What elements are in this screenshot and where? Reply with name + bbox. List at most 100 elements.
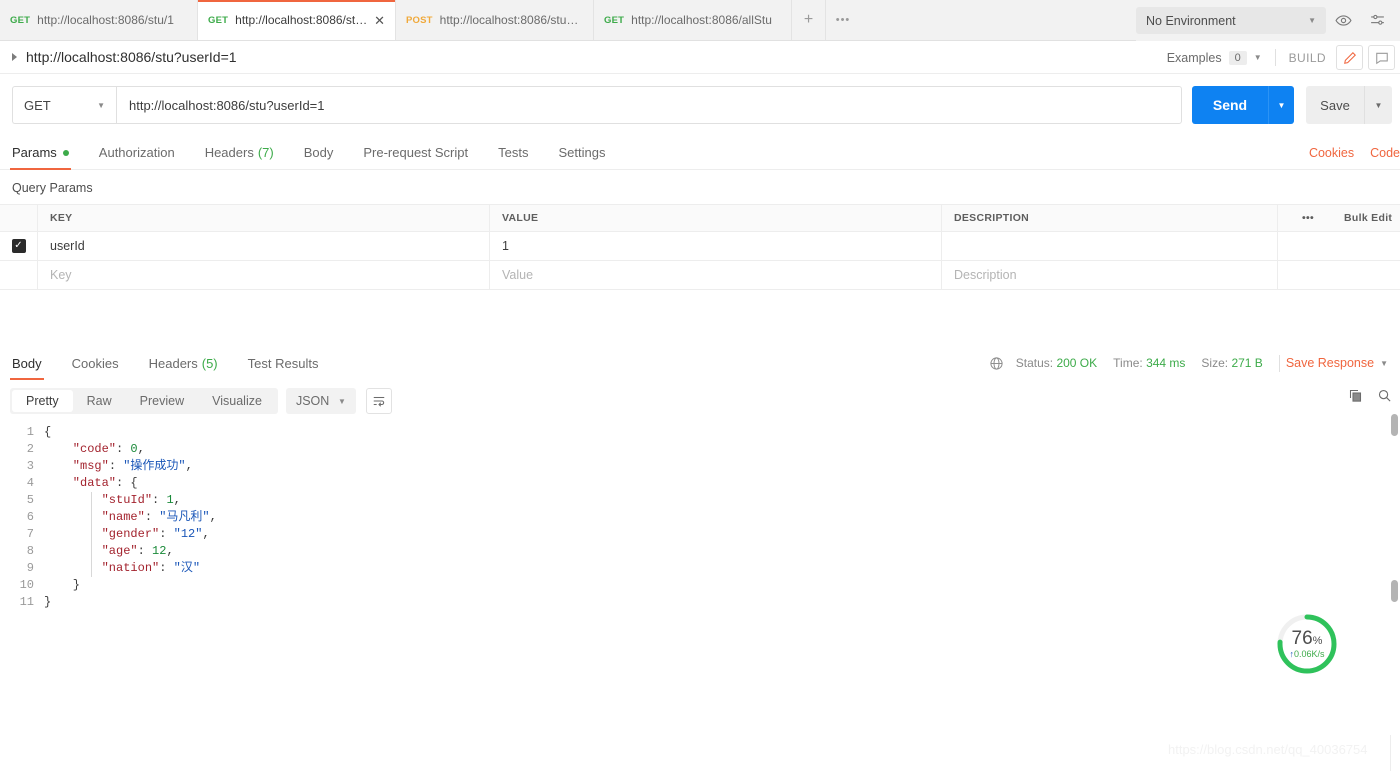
params-options-button[interactable]: •••	[1278, 205, 1338, 231]
param-value-input-empty[interactable]: Value	[490, 261, 942, 289]
tab-body[interactable]: Body	[304, 136, 334, 170]
response-view-bar: Pretty Raw Preview Visualize JSON ▼	[0, 379, 1400, 420]
send-button[interactable]: Send	[1192, 86, 1268, 124]
edit-request-button[interactable]	[1336, 45, 1363, 70]
chevron-down-icon[interactable]: ▼	[1254, 53, 1262, 62]
time-badge: Time: 344 ms	[1113, 356, 1185, 370]
request-tab-1[interactable]: GET http://localhost:8086/stu?userI... ✕	[198, 0, 396, 40]
new-tab-button[interactable]: +	[792, 0, 826, 40]
response-tab-test-results[interactable]: Test Results	[248, 346, 319, 380]
response-body-code: { "code": 0, "msg": "操作成功", "data": { "s…	[44, 424, 1400, 611]
code-line: "data": {	[44, 476, 138, 490]
tab-label: Headers	[204, 145, 254, 160]
chevron-down-icon: ▼	[97, 100, 105, 110]
vertical-scrollbar-thumb-lower[interactable]	[1391, 580, 1398, 602]
watermark-divider	[1390, 735, 1391, 771]
format-label: JSON	[295, 394, 330, 408]
wrap-lines-button[interactable]	[365, 388, 392, 414]
tab-options-button[interactable]: •••	[826, 0, 860, 40]
view-mode-raw[interactable]: Raw	[73, 390, 126, 412]
param-key-input-empty[interactable]: Key	[38, 261, 490, 289]
pencil-icon	[1343, 51, 1356, 64]
column-header-key: KEY	[38, 205, 490, 231]
search-button[interactable]	[1377, 388, 1392, 403]
row-checkbox[interactable]: ✓	[11, 239, 26, 253]
network-speed-widget: 76% ↑0.06K/s	[1275, 612, 1339, 676]
request-tab-0[interactable]: GET http://localhost:8086/stu/1	[0, 0, 198, 40]
globe-icon	[990, 356, 1003, 370]
line-number: 2	[26, 442, 34, 456]
request-tab-2[interactable]: POST http://localhost:8086/stuPage...	[396, 0, 594, 40]
build-label: BUILD	[1288, 50, 1326, 65]
tab-headers[interactable]: Headers (7)	[205, 136, 274, 170]
row-actions	[1278, 232, 1338, 260]
tab-label: Headers	[148, 355, 198, 371]
method-selector[interactable]: GET ▼	[12, 86, 116, 124]
response-format-selector[interactable]: JSON ▼	[285, 388, 356, 414]
view-mode-pretty[interactable]: Pretty	[12, 390, 73, 412]
cookies-link[interactable]: Cookies	[1309, 146, 1354, 160]
code-link[interactable]: Code	[1370, 146, 1400, 160]
close-icon[interactable]: ✕	[374, 14, 385, 27]
save-response-button[interactable]: Save Response	[1286, 356, 1374, 370]
divider	[1278, 354, 1280, 372]
code-line: "gender": "12",	[44, 527, 210, 541]
environment-selector[interactable]: No Environment ▼	[1136, 7, 1326, 34]
url-bar: GET ▼ http://localhost:8086/stu?userId=1…	[0, 74, 1400, 136]
speed-rate-value: 0.06K/s	[1293, 649, 1325, 659]
tab-pre-request-script[interactable]: Pre-request Script	[363, 136, 468, 170]
request-title-row: http://localhost:8086/stu?userId=1 Examp…	[0, 41, 1400, 74]
expand-triangle-icon[interactable]	[12, 53, 17, 61]
code-line: "msg": "操作成功",	[44, 459, 193, 473]
response-tab-cookies[interactable]: Cookies	[72, 346, 119, 380]
url-input[interactable]: http://localhost:8086/stu?userId=1	[116, 86, 1182, 124]
param-description-input-empty[interactable]: Description	[942, 261, 1278, 289]
chevron-down-icon: ▼	[1308, 16, 1316, 25]
comments-button[interactable]	[1368, 45, 1395, 70]
column-header-value: VALUE	[490, 205, 942, 231]
network-button[interactable]	[989, 356, 1004, 371]
view-mode-preview[interactable]: Preview	[126, 390, 198, 412]
tab-authorization[interactable]: Authorization	[99, 136, 175, 170]
tab-url-label: http://localhost:8086/stu?userI...	[235, 13, 369, 27]
request-tab-3[interactable]: GET http://localhost:8086/allStu	[594, 0, 792, 40]
line-number: 3	[26, 459, 34, 473]
speed-percent: 76%	[1292, 629, 1323, 648]
tab-settings[interactable]: Settings	[558, 136, 605, 170]
save-options-button[interactable]: ▼	[1364, 86, 1392, 124]
chevron-down-icon: ▼	[1374, 100, 1383, 110]
send-options-button[interactable]: ▼	[1268, 86, 1294, 124]
code-line: "nation": "汉"	[44, 561, 201, 575]
chevron-down-icon: ▼	[338, 396, 346, 406]
param-key-input[interactable]: userId	[38, 232, 490, 260]
line-number: 4	[26, 476, 34, 490]
time-label: Time:	[1113, 356, 1143, 370]
line-number: 6	[26, 510, 34, 524]
vertical-scrollbar-thumb[interactable]	[1391, 414, 1398, 436]
param-value-input[interactable]: 1	[490, 232, 942, 260]
request-title-actions: Examples 0 ▼ BUILD	[1167, 41, 1400, 74]
chevron-down-icon[interactable]: ▼	[1380, 359, 1388, 368]
view-mode-visualize[interactable]: Visualize	[198, 390, 276, 412]
speed-rate: ↑0.06K/s	[1289, 650, 1324, 659]
status-label: Status:	[1015, 356, 1054, 370]
tab-url-label: http://localhost:8086/stuPage...	[439, 13, 583, 27]
response-tab-headers[interactable]: Headers (5)	[149, 346, 218, 380]
line-number: 5	[26, 493, 34, 507]
save-button[interactable]: Save	[1306, 86, 1364, 124]
headers-count: (7)	[257, 145, 274, 160]
response-tab-body[interactable]: Body	[10, 346, 44, 380]
copy-button[interactable]	[1348, 388, 1363, 403]
response-section-tabs: Body Cookies Headers (5) Test Results St…	[0, 346, 1400, 380]
response-body-viewer[interactable]: 1 2 3 4 5 6 7 8 9 10 11 { "code": 0, "msg": "操作成功"…	[0, 420, 1400, 611]
bulk-edit-link[interactable]: Bulk Edit	[1338, 205, 1400, 231]
tab-tests[interactable]: Tests	[498, 136, 528, 170]
environment-quick-look-button[interactable]	[1326, 6, 1360, 36]
param-description-input[interactable]	[942, 232, 1278, 260]
copy-icon	[1349, 389, 1362, 402]
tab-label: Params	[12, 145, 57, 160]
tab-params[interactable]: Params	[10, 136, 71, 170]
percent-symbol: %	[1312, 635, 1323, 647]
tab-label: Cookies	[71, 355, 119, 371]
settings-button[interactable]	[1360, 6, 1394, 36]
